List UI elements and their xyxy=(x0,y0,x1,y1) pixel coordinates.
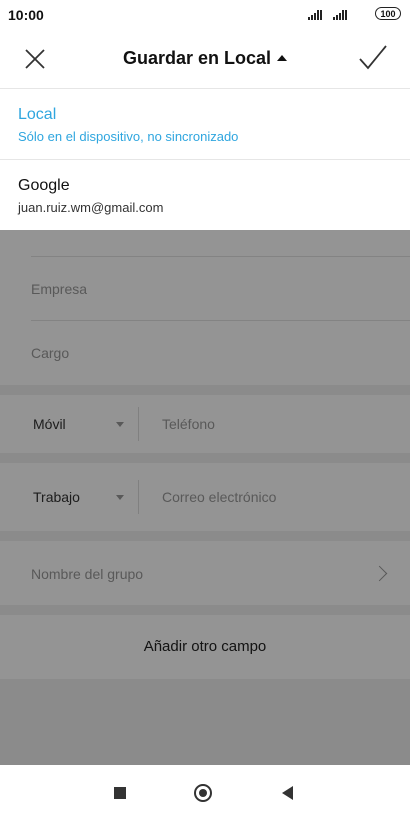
option-google-name: Google xyxy=(18,177,70,194)
battery-icon: 100 xyxy=(375,7,401,20)
back-icon[interactable] xyxy=(282,786,293,800)
divider xyxy=(31,256,410,257)
option-local-name: Local xyxy=(18,106,57,123)
group-placeholder: Nombre del grupo xyxy=(31,566,144,582)
group-row[interactable]: Nombre del grupo xyxy=(0,541,410,605)
company-field[interactable]: Empresa xyxy=(0,258,410,322)
account-selector[interactable]: Guardar en Local xyxy=(0,48,410,69)
phone-type-select[interactable]: Móvil xyxy=(33,416,66,432)
job-title-placeholder: Cargo xyxy=(31,345,70,361)
phone-input[interactable]: Teléfono xyxy=(162,416,215,432)
add-field-label: Añadir otro campo xyxy=(143,638,267,655)
signal-icon-2 xyxy=(333,10,347,20)
contact-form: Empresa Cargo Móvil Teléfono Trabajo Cor… xyxy=(0,230,410,765)
recents-icon[interactable] xyxy=(114,787,126,799)
vertical-divider xyxy=(138,407,139,441)
dropdown-caret-icon xyxy=(116,422,124,427)
option-google-subtitle: juan.ruiz.wm@gmail.com xyxy=(18,200,164,215)
company-card: Empresa Cargo xyxy=(0,230,410,385)
check-icon[interactable] xyxy=(358,43,388,73)
email-row: Trabajo Correo electrónico xyxy=(0,463,410,531)
app-header: Guardar en Local xyxy=(0,30,410,88)
email-input[interactable]: Correo electrónico xyxy=(162,489,276,505)
option-local[interactable]: Local Sólo en el dispositivo, no sincron… xyxy=(0,88,410,159)
email-type-select[interactable]: Trabajo xyxy=(33,489,80,505)
status-bar: 10:00 100 xyxy=(0,0,410,30)
status-time: 10:00 xyxy=(8,7,44,23)
company-placeholder: Empresa xyxy=(31,281,88,297)
home-icon[interactable] xyxy=(194,784,212,802)
option-google[interactable]: Google juan.ruiz.wm@gmail.com xyxy=(0,159,410,230)
signal-icon xyxy=(308,10,322,20)
divider xyxy=(31,320,410,321)
dropdown-caret-icon xyxy=(116,495,124,500)
account-dropdown: Local Sólo en el dispositivo, no sincron… xyxy=(0,88,410,230)
add-field-row[interactable]: Añadir otro campo xyxy=(0,615,410,679)
system-nav-bar xyxy=(0,765,410,820)
page-title: Guardar en Local xyxy=(122,48,272,68)
vertical-divider xyxy=(138,480,139,514)
option-local-subtitle: Sólo en el dispositivo, no sincronizado xyxy=(18,129,239,144)
caret-up-icon xyxy=(277,55,288,61)
chevron-right-icon xyxy=(371,565,388,582)
job-title-field[interactable]: Cargo xyxy=(0,322,410,386)
phone-row: Móvil Teléfono xyxy=(0,395,410,453)
